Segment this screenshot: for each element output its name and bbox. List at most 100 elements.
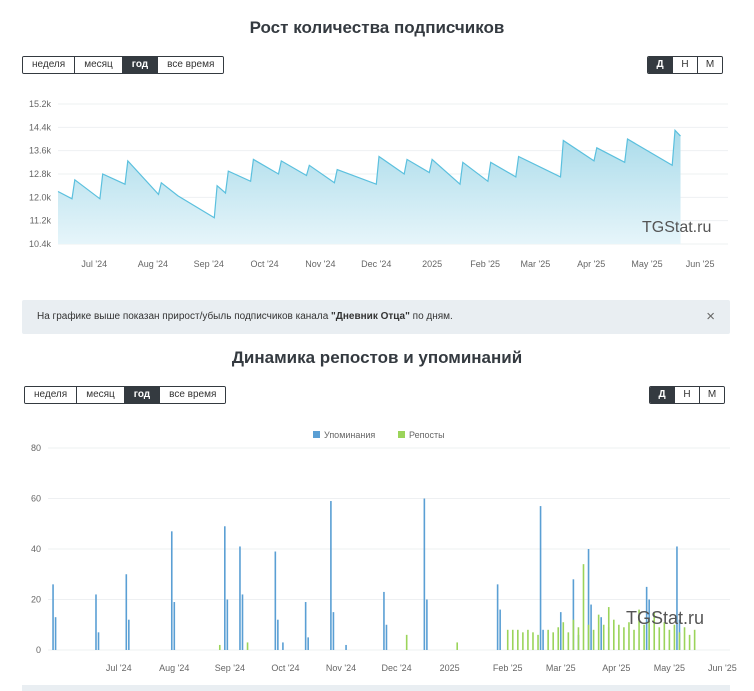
mentions-bar[interactable]	[95, 594, 97, 650]
y-tick-label: 14.4k	[29, 122, 52, 132]
subscribers-watermark: TGStat.ru	[642, 219, 711, 236]
reposts-bar[interactable]	[557, 627, 560, 650]
mentions-bar[interactable]	[52, 584, 54, 650]
mentions-bar[interactable]	[330, 501, 332, 650]
x-tick-label: May '25	[631, 259, 662, 269]
reposts-watermark: TGStat.ru	[626, 608, 704, 628]
mentions-bar[interactable]	[426, 599, 428, 651]
y-tick-label: 60	[31, 494, 41, 504]
x-tick-label: Apr '25	[602, 663, 630, 673]
mentions-bar[interactable]	[385, 624, 388, 650]
reposts-bar[interactable]	[567, 632, 570, 650]
reposts-bar[interactable]	[552, 632, 554, 650]
reposts-bar[interactable]	[218, 644, 221, 650]
reposts-bar[interactable]	[572, 619, 575, 650]
x-tick-label: Nov '24	[305, 259, 335, 269]
mentions-bar[interactable]	[274, 551, 277, 650]
mentions-bar[interactable]	[423, 498, 426, 651]
reposts-bar[interactable]	[673, 624, 676, 650]
x-tick-label: Aug '24	[138, 259, 168, 269]
reposts-bar[interactable]	[577, 627, 580, 650]
y-tick-label: 40	[31, 544, 41, 554]
reposts-bar[interactable]	[582, 564, 585, 650]
mentions-bar[interactable]	[499, 609, 501, 650]
reposts-bar[interactable]	[683, 627, 686, 650]
reposts-bar[interactable]	[562, 622, 565, 650]
reposts-bar[interactable]	[522, 632, 524, 650]
y-tick-label: 12.0k	[29, 192, 52, 202]
close-icon[interactable]: ×	[706, 308, 715, 325]
reposts-bar[interactable]	[633, 629, 635, 650]
reposts-bar[interactable]	[607, 607, 610, 650]
legend-mentions-label[interactable]: Упоминания	[324, 430, 375, 440]
reposts-bar[interactable]	[532, 632, 534, 650]
info-suffix: по дням.	[409, 311, 453, 322]
reposts-bar[interactable]	[405, 634, 408, 650]
mentions-bar[interactable]	[304, 602, 307, 650]
reposts-bar[interactable]	[602, 624, 605, 650]
x-tick-label: Dec '24	[381, 663, 411, 673]
reposts-bar[interactable]	[527, 629, 529, 650]
reposts-bar[interactable]	[678, 632, 681, 650]
reposts-bar[interactable]	[506, 629, 509, 650]
mentions-bar[interactable]	[241, 594, 244, 650]
legend-reposts-swatch	[398, 431, 405, 438]
legend: Упоминания Репосты	[313, 430, 445, 440]
reposts-bar[interactable]	[668, 629, 671, 650]
mentions-bar[interactable]	[97, 632, 100, 650]
mentions-bar[interactable]	[600, 617, 602, 650]
reposts-bar[interactable]	[537, 634, 539, 650]
reposts-bar[interactable]	[511, 629, 514, 650]
reposts-bar[interactable]	[613, 619, 615, 650]
x-tick-label: Feb '25	[493, 663, 523, 673]
reposts-bar[interactable]	[456, 642, 458, 650]
reposts-bar[interactable]	[587, 624, 590, 650]
bottom-info-banner-edge	[22, 685, 730, 691]
mentions-bar[interactable]	[307, 637, 309, 650]
x-tick-label: Sep '24	[215, 663, 245, 673]
legend-reposts-label[interactable]: Репосты	[409, 430, 445, 440]
reposts-bar[interactable]	[658, 627, 661, 650]
mentions-bar[interactable]	[539, 506, 542, 650]
mentions-bar[interactable]	[54, 617, 57, 650]
mentions-bar[interactable]	[332, 612, 335, 650]
x-tick-label: Apr '25	[577, 259, 605, 269]
x-tick-label: Dec '24	[361, 259, 391, 269]
mentions-bar[interactable]	[226, 599, 229, 651]
mentions-bar[interactable]	[676, 546, 678, 650]
reposts-bar[interactable]	[623, 627, 625, 650]
reposts-bar[interactable]	[547, 629, 549, 650]
mentions-bar[interactable]	[345, 644, 347, 650]
mentions-bar[interactable]	[173, 602, 176, 650]
info-prefix: На графике выше показан прирост/убыль по…	[37, 311, 332, 322]
reposts-bar[interactable]	[618, 624, 620, 650]
subscribers-chart: 10.4k 11.2k 12.0k 12.8k 13.6k 14.4k 15.2k Jul …	[29, 99, 728, 269]
mentions-bar[interactable]	[542, 629, 544, 650]
y-tick-label: 12.8k	[29, 169, 52, 179]
mentions-bar[interactable]	[224, 526, 226, 650]
reposts-bar[interactable]	[643, 624, 645, 650]
x-tick-label: Mar '25	[521, 259, 551, 269]
reposts-bar[interactable]	[592, 629, 595, 650]
mentions-bar[interactable]	[383, 591, 385, 650]
info-text: На графике выше показан прирост/убыль по…	[37, 311, 453, 322]
x-tick-label: Oct '24	[250, 259, 278, 269]
mentions-bar[interactable]	[496, 584, 499, 650]
x-tick-label: Aug '24	[159, 663, 189, 673]
mentions-bar[interactable]	[590, 604, 592, 650]
mentions-bar[interactable]	[128, 619, 130, 650]
reposts-bar[interactable]	[688, 634, 691, 650]
reposts-bar[interactable]	[517, 629, 519, 650]
mentions-bar[interactable]	[559, 612, 562, 650]
mentions-bar[interactable]	[170, 531, 173, 650]
mentions-bar[interactable]	[277, 619, 279, 650]
x-tick-label: Jul '24	[81, 259, 107, 269]
x-tick-label: Jun '25	[686, 259, 715, 269]
reposts-bar[interactable]	[246, 642, 249, 650]
mentions-bar[interactable]	[239, 546, 241, 650]
reposts-bar[interactable]	[693, 629, 696, 650]
reposts-bar[interactable]	[597, 614, 600, 650]
y-tick-label: 10.4k	[29, 239, 52, 249]
mentions-bar[interactable]	[125, 574, 128, 650]
mentions-bar[interactable]	[282, 642, 284, 650]
